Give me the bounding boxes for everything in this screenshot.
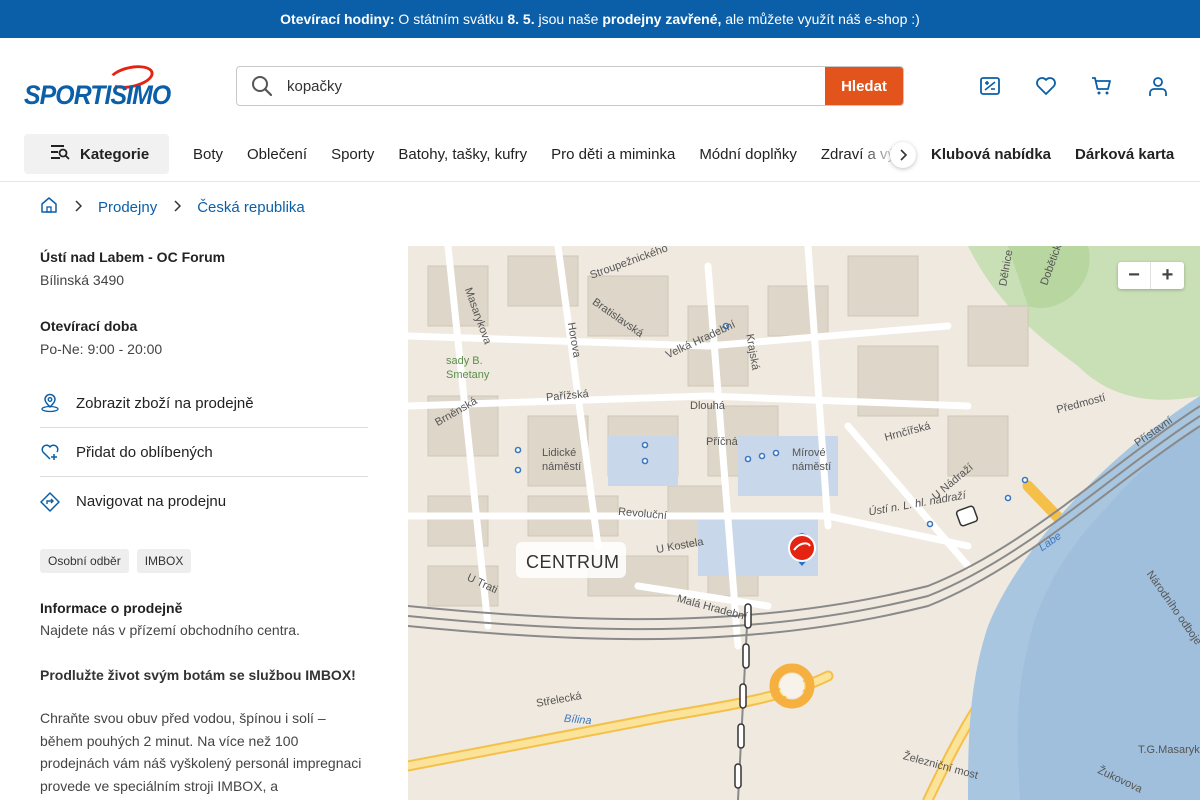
chevron-right-icon	[173, 199, 182, 216]
breadcrumb-stores[interactable]: Prodejny	[98, 199, 157, 216]
nav-item-gift-card[interactable]: Dárková karta	[1075, 146, 1174, 163]
announcement-closed: prodejny zavřené,	[602, 11, 722, 27]
search-icon	[237, 67, 287, 105]
promo-title: Prodlužte život svým botám se službou IM…	[40, 667, 356, 683]
nav-item[interactable]: Boty	[181, 146, 235, 163]
store-actions: Zobrazit zboží na prodejně Přidat do obl…	[40, 379, 368, 526]
map-label: Lidické náměstí	[542, 447, 582, 473]
scroll-right-button[interactable]	[890, 142, 916, 168]
map-label: Bílina	[563, 712, 593, 728]
nav-item[interactable]: Módní doplňky	[687, 146, 809, 163]
heart-icon[interactable]	[1034, 74, 1058, 98]
tag-pickup: Osobní odběr	[40, 549, 129, 573]
hours-value: Po-Ne: 9:00 - 20:00	[40, 341, 163, 357]
navigate-icon	[40, 491, 60, 512]
map-canvas	[408, 246, 1200, 800]
categories-button[interactable]: Kategorie	[24, 134, 169, 174]
tag-imbox: IMBOX	[136, 549, 192, 573]
action-label: Zobrazit zboží na prodejně	[76, 394, 254, 412]
compare-icon[interactable]	[978, 74, 1002, 98]
zoom-out-button[interactable]: −	[1118, 262, 1151, 289]
zoom-in-button[interactable]: +	[1151, 262, 1184, 289]
store-map[interactable]: CENTRUM Stroupežnického Bratislavská Vel…	[408, 246, 1200, 800]
search-input[interactable]	[287, 67, 825, 105]
category-nav: Kategorie Boty Oblečení Sporty Batohy, t…	[0, 134, 1200, 182]
announcement-text-1: O státním svátku	[394, 11, 508, 27]
store-address: Bílinská 3490	[40, 272, 125, 288]
map-label: sady B. Smetany	[446, 355, 490, 381]
nav-item-club[interactable]: Klubová nabídka	[931, 146, 1051, 163]
cart-icon[interactable]	[1090, 74, 1114, 98]
search-button[interactable]: Hledat	[825, 67, 903, 105]
announcement-bar: Otevírací hodiny: O státním svátku 8. 5.…	[0, 0, 1200, 38]
chevron-right-icon	[74, 199, 83, 216]
chevron-right-icon	[900, 149, 908, 161]
announcement-lead: Otevírací hodiny:	[280, 11, 395, 27]
search-bar: Hledat	[236, 66, 904, 106]
category-list: Boty Oblečení Sporty Batohy, tašky, kufr…	[181, 134, 901, 174]
heart-plus-icon	[40, 442, 60, 462]
map-label: T.G.Masaryk	[1138, 744, 1200, 756]
navigate-button[interactable]: Navigovat na prodejnu	[40, 477, 368, 526]
action-label: Navigovat na prodejnu	[76, 493, 227, 510]
site-header: SPORTISIMO Hledat	[0, 38, 1200, 134]
action-label: Přidat do oblíbených	[76, 443, 213, 461]
home-icon[interactable]	[40, 196, 58, 218]
user-icon[interactable]	[1146, 74, 1170, 98]
add-favorite-button[interactable]: Přidat do oblíbených	[40, 428, 368, 477]
about-heading: Informace o prodejně	[40, 600, 183, 616]
logo-wordmark: SPORTISIMO	[24, 80, 171, 110]
breadcrumb-country[interactable]: Česká republika	[197, 199, 305, 216]
nav-item[interactable]: Batohy, tašky, kufry	[386, 146, 539, 163]
map-label: Mírové náměstí	[792, 447, 832, 473]
map-pin-icon	[40, 393, 60, 413]
store-info: Ústí nad Labem - OC Forum Bílinská 3490 …	[40, 246, 368, 797]
announcement-text-3: ale můžete využít náš e-shop :)	[721, 11, 920, 27]
show-products-button[interactable]: Zobrazit zboží na prodejně	[40, 379, 368, 428]
nav-item[interactable]: Pro děti a miminka	[539, 146, 687, 163]
breadcrumb: Prodejny Česká republika	[40, 196, 305, 218]
categories-label: Kategorie	[80, 145, 150, 163]
about-text: Najdete nás v přízemí obchodního centra.	[40, 622, 300, 638]
map-label: Příčná	[706, 436, 738, 448]
nav-item[interactable]: Sporty	[319, 146, 386, 163]
zoom-controls: − +	[1118, 262, 1184, 289]
store-tags: Osobní odběr IMBOX	[40, 549, 368, 573]
district-label: CENTRUM	[526, 552, 620, 572]
map-label: Dlouhá	[690, 400, 725, 412]
announcement-date: 8. 5.	[507, 11, 535, 27]
announcement-text-2: jsou naše	[534, 11, 603, 27]
store-name: Ústí nad Labem - OC Forum	[40, 249, 226, 265]
promo-text: Chraňte svou obuv před vodou, špínou i s…	[40, 710, 362, 794]
sportisimo-logo[interactable]: SPORTISIMO	[24, 61, 171, 110]
hours-heading: Otevírací doba	[40, 318, 138, 334]
menu-icon	[50, 143, 70, 165]
nav-item[interactable]: Oblečení	[235, 146, 319, 163]
